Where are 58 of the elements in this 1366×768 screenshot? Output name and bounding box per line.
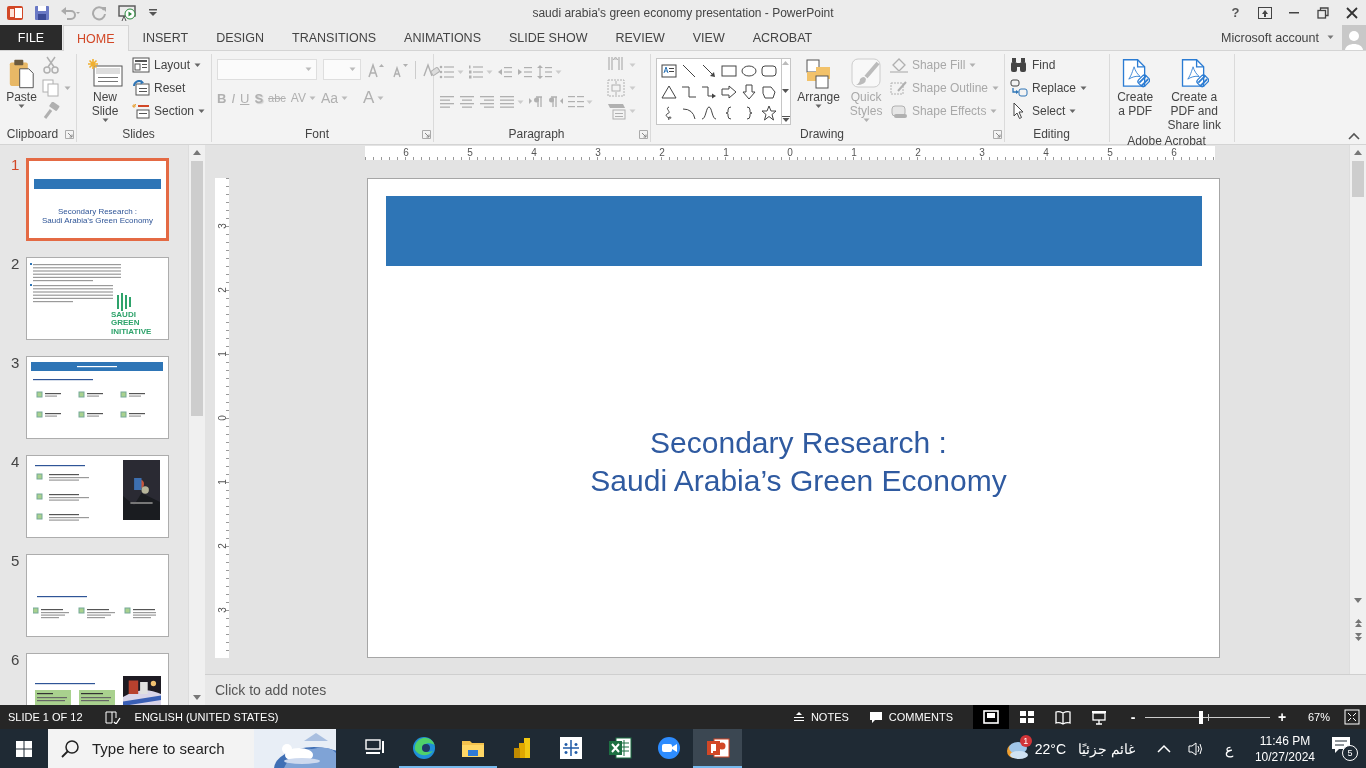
ribbon-tab[interactable]: ACROBAT — [738, 25, 827, 50]
ribbon-tab[interactable]: HOME — [63, 25, 129, 51]
notes-field[interactable]: Click to add notes — [205, 674, 1366, 705]
ribbon-tab[interactable]: DESIGN — [202, 25, 279, 50]
ribbon-tab[interactable]: SLIDE SHOW — [494, 25, 602, 50]
help-button[interactable]: ? — [1221, 0, 1250, 25]
ribbon-tab[interactable]: VIEW — [678, 25, 739, 50]
group-label: Adobe Acrobat — [1126, 133, 1207, 148]
create-pdf-share-button[interactable]: Create a PDF and Share link — [1159, 56, 1229, 133]
select-button[interactable]: Select — [1010, 102, 1088, 120]
comments-button[interactable]: COMMENTS — [868, 710, 953, 724]
group-label: Drawing — [799, 126, 845, 142]
slide-counter: SLIDE 1 OF 12 — [8, 711, 83, 723]
zoom-level-button[interactable]: 67% — [1304, 711, 1334, 723]
layout-button[interactable]: Layout — [132, 56, 206, 74]
search-field[interactable]: Type here to search — [90, 739, 254, 758]
search-box[interactable]: Type here to search — [48, 729, 336, 768]
group-label: Paragraph — [507, 126, 566, 142]
file-tab[interactable]: FILE — [0, 25, 62, 50]
slide-number: 3 — [10, 354, 21, 371]
slide-thumbnail[interactable]: Secondary Research : Saudi Arabia’s Green Economy — [26, 158, 169, 241]
zoom-out-button[interactable]: - — [1127, 709, 1139, 725]
slide-number: 5 — [10, 552, 21, 569]
ribbon-tab[interactable]: INSERT — [128, 25, 203, 50]
notifications-button[interactable]: 5 — [1331, 736, 1358, 761]
notification-badge: 1 — [1019, 734, 1032, 747]
arrange-button[interactable]: Arrange — [795, 56, 843, 110]
new-slide-button[interactable]: New Slide — [82, 56, 128, 124]
group-label: Slides — [121, 126, 156, 142]
replace-button[interactable]: Replace — [1010, 79, 1088, 97]
slide-number: 4 — [10, 453, 21, 470]
create-pdf-button[interactable]: Create a PDF — [1115, 56, 1156, 119]
group-label: Font — [304, 126, 330, 142]
slide-number: 6 — [10, 651, 21, 668]
group-label: Editing — [1032, 126, 1071, 142]
section-button[interactable]: Section — [132, 102, 206, 120]
slide-title[interactable]: Secondary Research : Saudi Arabia’s Green Economy — [378, 424, 1219, 500]
language-button[interactable]: ENGLISH (UNITED STATES) — [134, 711, 279, 723]
input-language-button[interactable]: ع — [1224, 740, 1233, 757]
slide-number: 1 — [10, 156, 21, 173]
slide-title: Secondary Research : Saudi Arabia’s Green Economy — [41, 207, 154, 225]
notes-button[interactable]: NOTES — [792, 711, 849, 723]
reset-button[interactable]: Reset — [132, 79, 206, 97]
window-title: saudi arabia's green economy presentation - PowerPoint — [531, 5, 835, 20]
zoom-in-button[interactable]: + — [1276, 709, 1288, 725]
slide-number: 2 — [10, 255, 21, 272]
find-button[interactable]: Find — [1010, 56, 1088, 74]
ribbon-tab[interactable]: REVIEW — [601, 25, 679, 50]
horizontal-ruler: 6 5 4 3 2 1 0 1 2 3 4 5 6 — [365, 146, 1215, 160]
group-label: Clipboard — [5, 126, 60, 142]
clock[interactable]: 11:46 PM 10/27/2024 — [1254, 732, 1315, 765]
logo-text: SAUDI GREEN INITIATIVE — [111, 310, 152, 336]
paste-button[interactable]: Paste — [5, 56, 38, 110]
account-button[interactable]: Microsoft account — [1221, 30, 1334, 45]
ribbon-tab[interactable]: ANIMATIONS — [390, 25, 495, 50]
ribbon-tab[interactable]: TRANSITIONS — [278, 25, 391, 50]
slide-canvas[interactable]: Secondary Research : Saudi Arabia’s Green Economy — [367, 178, 1220, 658]
vertical-ruler: 3 2 1 0 1 2 3 — [215, 178, 229, 658]
